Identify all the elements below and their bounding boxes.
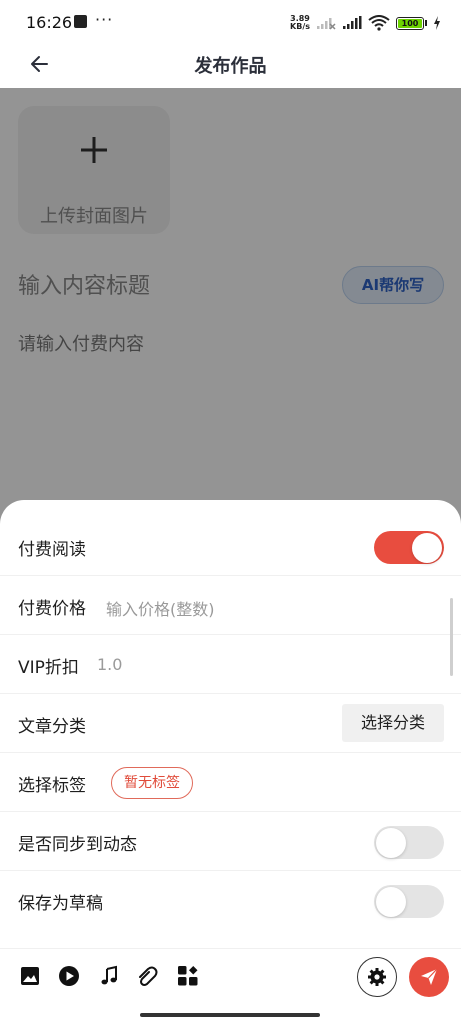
paid-reading-row: 付费阅读 [0,517,461,576]
tags-row: 选择标签 暂无标签 [0,753,461,812]
play-icon[interactable] [58,965,80,987]
signal-off-icon [317,18,336,30]
notification-icon [74,15,87,28]
sync-feed-label: 是否同步到动态 [18,835,137,855]
scrollbar[interactable] [450,598,453,676]
paid-price-row: 付费价格 输入价格(整数) [0,576,461,635]
no-tags-chip[interactable]: 暂无标签 [111,767,193,799]
save-draft-toggle[interactable] [374,885,444,918]
image-icon[interactable] [19,965,41,987]
network-speed: 3.89 KB/s [290,15,310,31]
battery-icon: 100 [396,16,424,30]
apps-icon[interactable] [177,965,199,987]
category-row: 文章分类 选择分类 [0,694,461,753]
editor-toolbar [0,948,461,1008]
more-notifications-icon: ··· [95,10,114,29]
charging-icon [434,16,440,30]
vip-discount-input[interactable]: 1.0 [97,655,122,674]
paid-reading-toggle[interactable] [374,531,444,564]
header: 发布作品 [0,44,461,88]
sync-feed-toggle[interactable] [374,826,444,859]
publish-settings-sheet: 付费阅读 付费价格 输入价格(整数) VIP折扣 1.0 文章分类 选择分类 选… [0,500,461,1024]
vip-discount-row: VIP折扣 1.0 [0,635,461,694]
publish-button[interactable] [409,957,449,997]
save-draft-row: 保存为草稿 [0,871,461,930]
music-note-icon[interactable] [98,965,120,987]
home-indicator[interactable] [140,1013,320,1017]
category-label: 文章分类 [18,717,86,737]
send-icon [421,968,438,985]
paid-price-input[interactable]: 输入价格(整数) [106,596,215,620]
save-draft-label: 保存为草稿 [18,894,103,914]
paperclip-icon[interactable] [137,965,159,987]
page-title: 发布作品 [194,56,267,77]
select-category-button[interactable]: 选择分类 [342,704,444,742]
network-speed-unit: KB/s [290,22,310,31]
settings-button[interactable] [357,957,397,997]
status-icons: 3.89 KB/s 100 [290,12,441,34]
vip-discount-label: VIP折扣 [18,658,79,678]
status-time: 16:26 [26,13,73,32]
paid-reading-label: 付费阅读 [18,540,86,560]
status-bar: 16:26 ··· 3.89 KB/s 100 [0,0,461,44]
wifi-icon [368,15,390,31]
sync-feed-row: 是否同步到动态 [0,812,461,871]
battery-level: 100 [401,18,419,28]
gear-icon [368,968,386,986]
tags-label: 选择标签 [18,776,86,796]
paid-price-label: 付费价格 [18,599,86,619]
signal-icon [343,16,362,29]
